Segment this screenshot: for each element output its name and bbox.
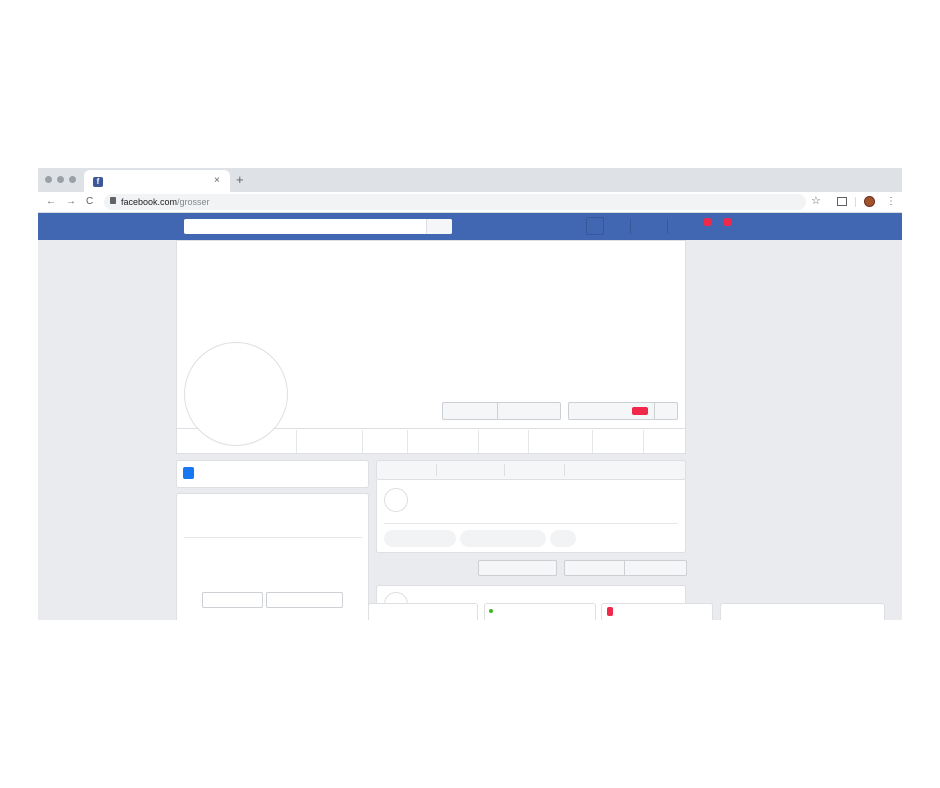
- window-close-dot[interactable]: [45, 176, 52, 183]
- composer-input[interactable]: [414, 488, 676, 516]
- manage-posts-button[interactable]: [565, 561, 624, 575]
- star-icon[interactable]: ☆: [811, 194, 821, 208]
- messages-badge[interactable]: [724, 218, 731, 226]
- window-minimize-dot[interactable]: [57, 176, 64, 183]
- nav-divider: [630, 219, 631, 234]
- composer-photo-button[interactable]: [384, 530, 456, 547]
- intro-button-right[interactable]: [266, 592, 343, 608]
- window-zoom-dot[interactable]: [69, 176, 76, 183]
- extension-icon[interactable]: [837, 197, 847, 206]
- tab-more[interactable]: [528, 430, 592, 453]
- online-status-dot: [489, 609, 493, 613]
- url-text: facebook.com/grosser: [121, 196, 210, 208]
- composer-tab-separator: [504, 464, 505, 476]
- composer-divider: [384, 523, 678, 524]
- more-options-button[interactable]: [655, 403, 677, 419]
- search-button[interactable]: [426, 219, 452, 234]
- composer-tag-button[interactable]: [460, 530, 546, 547]
- kebab-menu-icon[interactable]: ⋮: [886, 195, 896, 209]
- friend-requests-badge[interactable]: [704, 218, 711, 226]
- tab-about[interactable]: [296, 430, 362, 453]
- tab-photos[interactable]: [407, 430, 478, 453]
- screen: { "browser": { "tab_close": "×", "new_ta…: [0, 0, 940, 788]
- notification-badge: [632, 407, 648, 415]
- canvas-bottom-margin: [0, 620, 940, 788]
- url-host: facebook.com: [121, 197, 178, 207]
- intro-button-left[interactable]: [202, 592, 263, 608]
- nav-divider: [667, 219, 668, 234]
- profile-avatar[interactable]: [864, 196, 875, 207]
- list-view-button[interactable]: [625, 561, 686, 575]
- toolbar-divider: [855, 197, 856, 207]
- lock-icon: [110, 197, 116, 204]
- facebook-top-nav: [38, 213, 902, 240]
- composer-tab-separator: [564, 464, 565, 476]
- composer-tabs: [376, 460, 686, 480]
- browser-tab[interactable]: [84, 170, 230, 192]
- tab-close-icon[interactable]: ×: [214, 175, 220, 187]
- reload-button[interactable]: C: [86, 195, 93, 209]
- composer-avatar: [384, 488, 408, 512]
- back-button[interactable]: ←: [46, 195, 56, 209]
- tab-separator: [592, 430, 593, 453]
- activity-log-button[interactable]: [498, 403, 560, 419]
- profile-picture[interactable]: [184, 342, 288, 446]
- composer-more-button[interactable]: [550, 530, 576, 547]
- new-tab-button[interactable]: +: [236, 173, 244, 187]
- nav-profile-button[interactable]: [586, 217, 604, 235]
- url-path: /grosser: [177, 197, 210, 207]
- tab-archive[interactable]: [478, 430, 528, 453]
- composer-tab-separator: [436, 464, 437, 476]
- facebook-favicon-icon: f: [93, 177, 103, 187]
- intro-divider: [184, 537, 362, 538]
- chat-notification-badge: [607, 607, 613, 616]
- posts-filter-button[interactable]: [478, 560, 557, 576]
- tab-separator: [643, 430, 644, 453]
- forward-button[interactable]: →: [66, 195, 76, 209]
- tab-friends[interactable]: [362, 430, 407, 453]
- search-input[interactable]: [184, 219, 452, 234]
- update-info-button[interactable]: [443, 403, 497, 419]
- intro-header-card: [176, 460, 369, 488]
- intro-icon: [183, 467, 194, 479]
